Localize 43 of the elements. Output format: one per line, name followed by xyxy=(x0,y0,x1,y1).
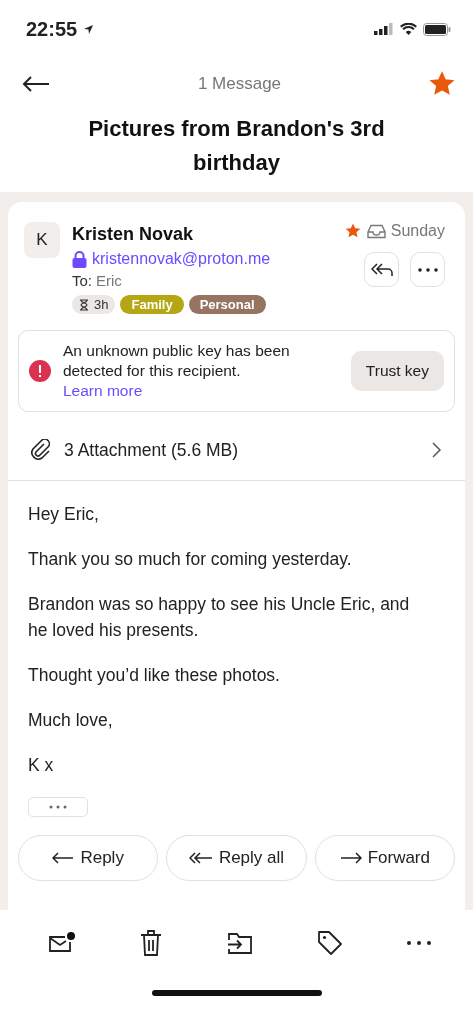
recipient-name: Eric xyxy=(96,272,122,289)
ellipsis-icon xyxy=(49,805,67,809)
label-tag: Personal xyxy=(188,295,266,314)
reply-all-button[interactable]: Reply all xyxy=(166,835,307,881)
body-paragraph: Thought you’d like these photos. xyxy=(28,664,281,687)
sender-email[interactable]: kristennovak@proton.me xyxy=(92,250,271,268)
wifi-icon xyxy=(400,23,417,35)
forward-button[interactable]: Forward xyxy=(314,835,455,881)
message-count: 1 Message xyxy=(197,74,282,94)
more-icon xyxy=(417,267,438,272)
body-paragraph: K x xyxy=(28,754,55,777)
attachments-row[interactable]: 3 Attachment (5.6 MB) xyxy=(8,420,465,481)
label-tag: Family xyxy=(120,295,184,314)
reply-all-icon xyxy=(188,852,213,864)
recipient-label: To: xyxy=(72,272,92,289)
reply-icon xyxy=(52,852,75,864)
attachments-label: 3 Attachment (5.6 MB) xyxy=(64,439,240,461)
message-date: Sunday xyxy=(390,222,445,240)
inbox-icon xyxy=(366,223,386,239)
sender-avatar: K xyxy=(24,222,60,258)
body-paragraph: Much love, xyxy=(28,709,114,732)
lock-icon xyxy=(72,250,87,268)
more-button[interactable] xyxy=(405,939,433,947)
forward-icon xyxy=(339,852,362,864)
warning-icon xyxy=(29,360,51,382)
body-paragraph: Hey Eric, xyxy=(28,503,100,526)
reply-all-icon xyxy=(370,262,393,277)
chevron-right-icon xyxy=(432,442,441,458)
learn-more-link[interactable]: Learn more xyxy=(63,381,339,401)
trust-key-button[interactable]: Trust key xyxy=(350,351,444,391)
paperclip-icon xyxy=(30,439,52,461)
expiry-badge: 3h xyxy=(72,295,116,314)
body-paragraph: Brandon was so happy to see his Uncle Eric, and he loved his presents. xyxy=(28,593,411,642)
body-paragraph: Thank you so much for coming yesterday. xyxy=(28,548,353,571)
email-subject: Pictures from Brandon's 3rd birthday xyxy=(87,115,386,177)
location-icon xyxy=(83,23,95,35)
sender-name: Kristen Novak xyxy=(72,223,195,246)
status-time: 22:55 xyxy=(26,17,78,41)
reply-all-button[interactable] xyxy=(364,252,399,287)
reply-button[interactable]: Reply xyxy=(18,835,159,881)
battery-icon xyxy=(423,22,451,36)
warning-text: An unknown public key has been detected for this recipient. xyxy=(63,341,291,381)
signal-icon xyxy=(374,23,394,35)
